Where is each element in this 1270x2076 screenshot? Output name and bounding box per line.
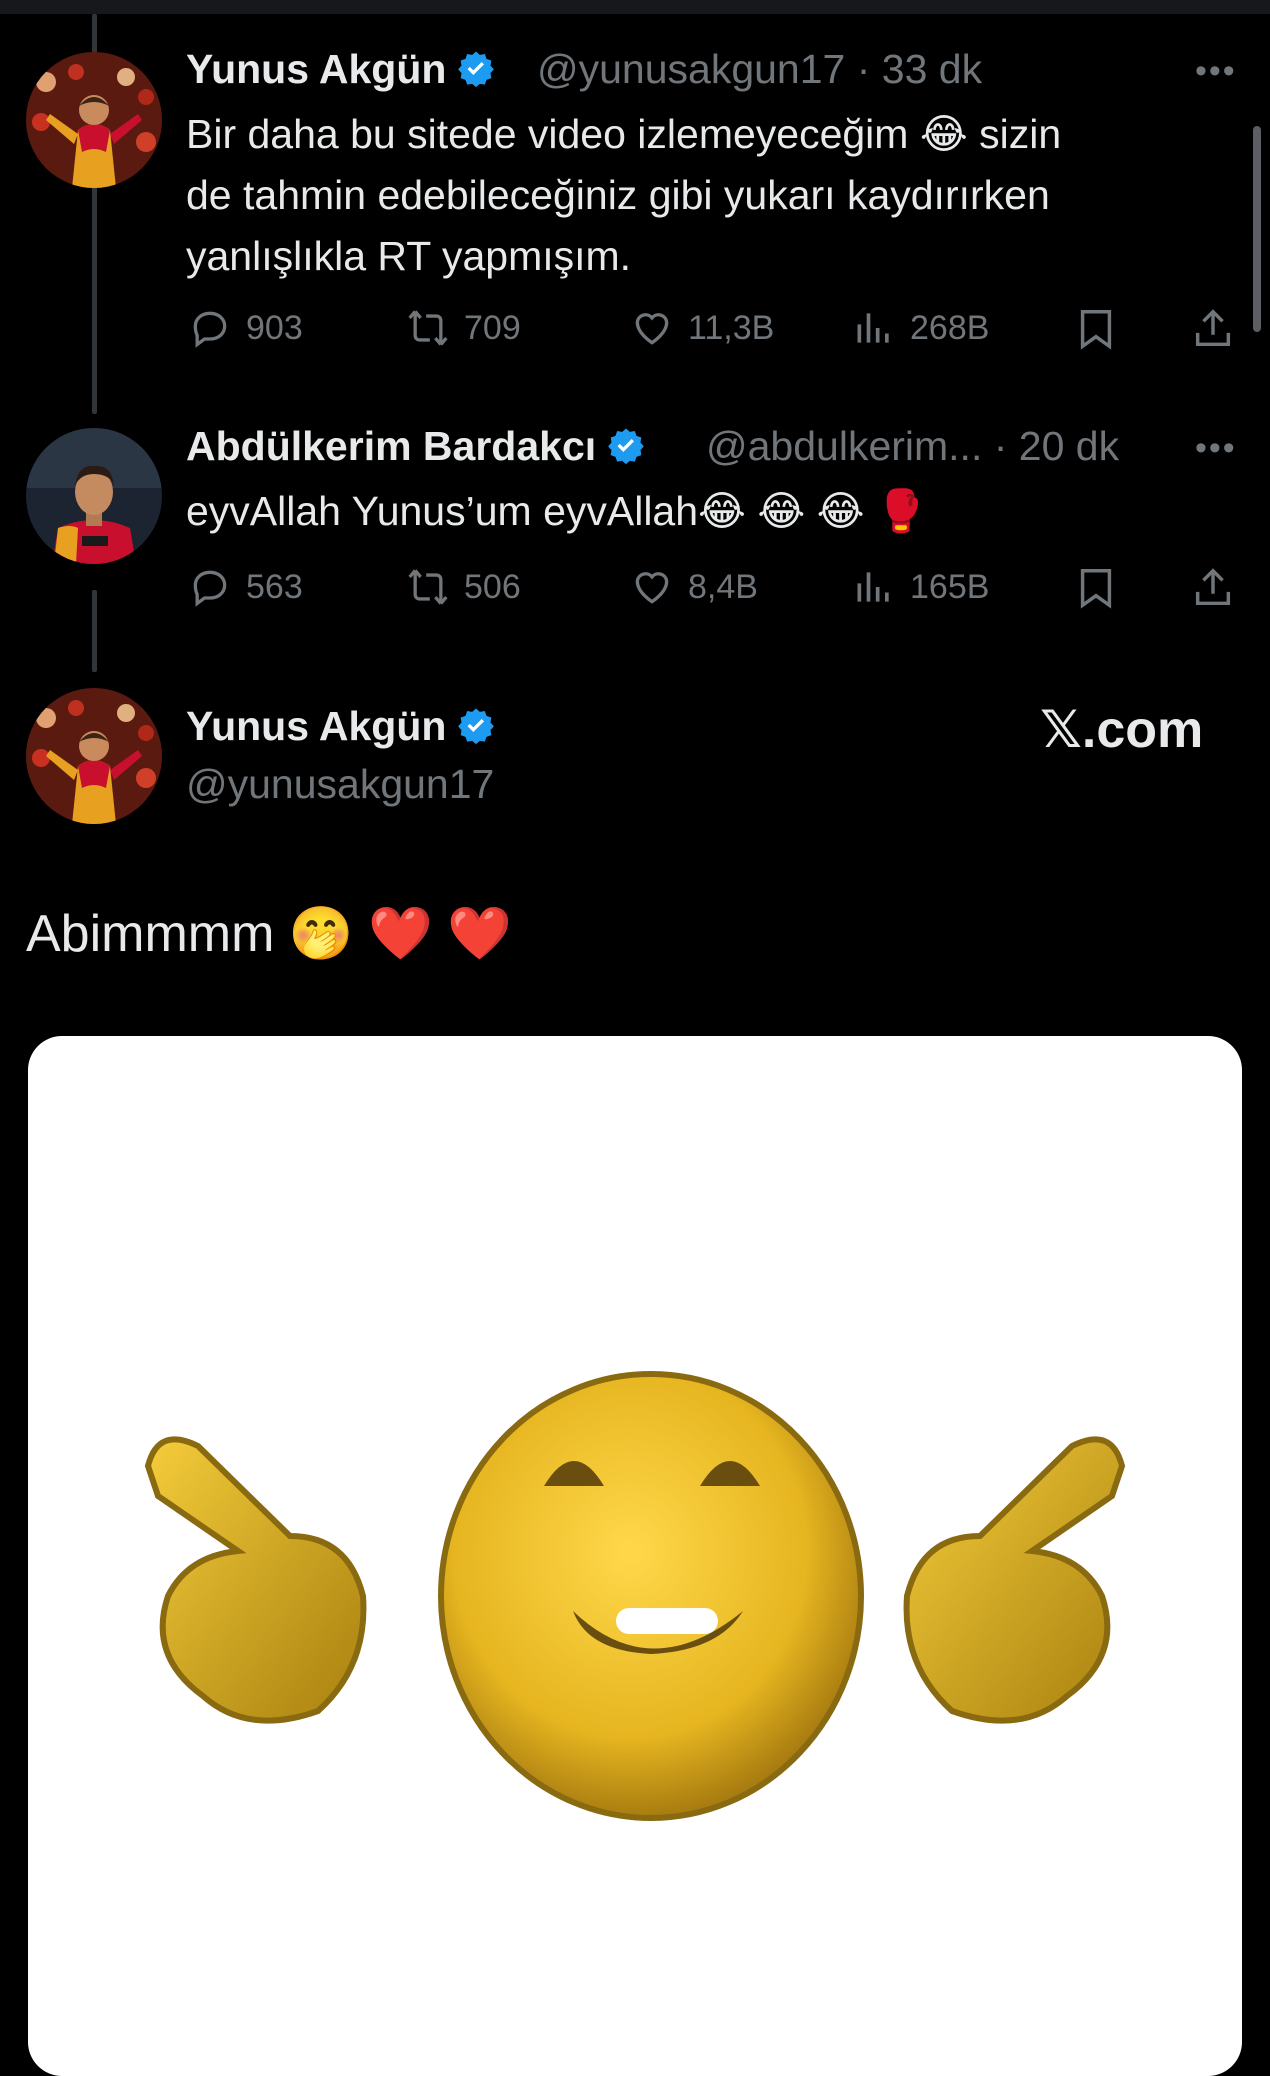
like-count: 8,4B <box>688 567 758 606</box>
like-button[interactable]: 11,3B <box>630 306 774 350</box>
x-brand-logo: 𝕏.com <box>1040 701 1204 759</box>
reply-count: 903 <box>246 308 303 347</box>
bookmark-icon <box>1080 310 1112 350</box>
avatar[interactable] <box>26 688 162 824</box>
author-name-text: Yunus Akgün <box>186 703 447 749</box>
like-button[interactable]: 8,4B <box>630 565 758 609</box>
tweet-line: yanlışlıkla RT yapmışım. <box>186 233 632 279</box>
retweet-icon <box>408 310 448 346</box>
reply-count: 563 <box>246 567 303 606</box>
share-button[interactable] <box>1190 565 1236 616</box>
views-icon <box>857 572 889 602</box>
thread-line <box>92 590 97 672</box>
like-icon <box>635 313 669 345</box>
views-button[interactable]: 268B <box>852 306 989 350</box>
author-name[interactable]: Abdülkerim Bardakcı <box>186 423 646 470</box>
post-media[interactable] <box>28 1036 1242 2076</box>
verified-badge-icon <box>458 51 495 88</box>
timestamp: · 20 dk <box>993 423 1120 469</box>
retweet-icon <box>408 569 448 605</box>
handle-text: @abdulkerim... <box>706 423 983 469</box>
author-handle[interactable]: @abdulkerim... · 20 dk <box>706 423 1119 470</box>
more-icon[interactable]: ••• <box>1195 52 1237 91</box>
views-icon <box>857 313 889 343</box>
avatar[interactable] <box>26 52 162 188</box>
retweet-count: 709 <box>464 308 521 347</box>
reply-icon <box>193 311 227 348</box>
share-button[interactable] <box>1190 306 1236 357</box>
tweet-text: Bir daha bu sitede video izlemeyeceğim 😂… <box>186 104 1061 287</box>
views-count: 268B <box>910 308 990 347</box>
handle-text: @yunusakgun17 <box>537 46 846 92</box>
author-name[interactable]: Yunus Akgün <box>186 703 496 750</box>
reply-icon <box>193 570 227 607</box>
verified-badge-icon <box>608 428 644 465</box>
retweet-button[interactable]: 709 <box>406 306 521 350</box>
author-handle[interactable]: @yunusakgun17 <box>186 761 494 808</box>
tweet-line: Bir daha bu sitede video izlemeyeceğim 😂… <box>186 111 1062 157</box>
views-button[interactable]: 165B <box>852 565 989 609</box>
timestamp: · 33 dk <box>856 46 983 92</box>
bookmark-icon <box>1080 569 1112 609</box>
tweet-line: eyvAllah Yunus’um eyvAllah😂 😂 😂 🥊 <box>186 488 927 534</box>
retweet-button[interactable]: 506 <box>406 565 521 609</box>
tweet-line: de tahmin edebileceğiniz gibi yukarı kay… <box>186 172 1050 218</box>
like-icon <box>635 572 669 604</box>
share-icon <box>1195 309 1231 347</box>
author-handle[interactable]: @yunusakgun17 · 33 dk <box>537 46 982 93</box>
views-count: 165B <box>910 567 990 606</box>
post-text: Abimmmm 🤭 ❤️ ❤️ <box>26 905 513 963</box>
author-name-text: Abdülkerim Bardakcı <box>186 423 597 469</box>
bookmark-button[interactable] <box>1073 565 1119 616</box>
share-icon <box>1195 568 1231 606</box>
bookmark-button[interactable] <box>1073 306 1119 357</box>
status-bar <box>0 0 1270 14</box>
reply-button[interactable]: 903 <box>188 306 303 350</box>
more-icon[interactable]: ••• <box>1195 429 1237 468</box>
scrollbar[interactable] <box>1253 126 1261 332</box>
tweet-text: eyvAllah Yunus’um eyvAllah😂 😂 😂 🥊 <box>186 481 927 542</box>
reply-button[interactable]: 563 <box>188 565 303 609</box>
verified-badge-icon <box>458 708 495 745</box>
author-name[interactable]: Yunus Akgün <box>186 46 496 93</box>
author-name-text: Yunus Akgün <box>186 46 447 92</box>
avatar[interactable] <box>26 428 162 564</box>
like-count: 11,3B <box>688 308 775 347</box>
retweet-count: 506 <box>464 567 521 606</box>
pointing-smiley-image <box>144 1371 1126 1821</box>
